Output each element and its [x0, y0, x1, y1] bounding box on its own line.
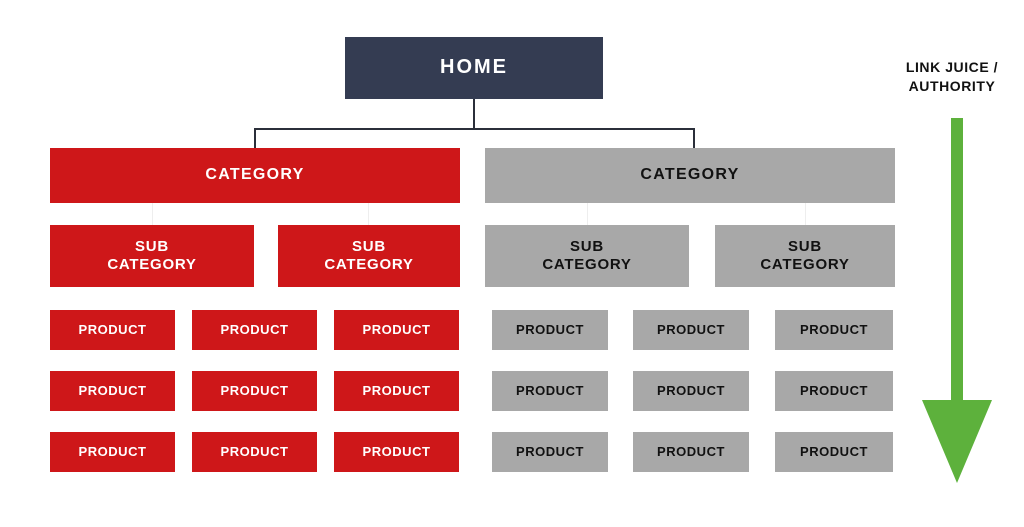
node-product-right-r2c2[interactable]: PRODUCT — [633, 371, 749, 411]
node-product-left-r2c3[interactable]: PRODUCT — [334, 371, 459, 411]
connector-horizontal-bus — [254, 128, 695, 130]
node-subcategory-right-2[interactable]: SUB CATEGORY — [715, 225, 895, 287]
node-category-right-label: CATEGORY — [640, 166, 740, 184]
node-product-label: PRODUCT — [78, 444, 147, 460]
node-subcategory-right-2-line2: CATEGORY — [760, 256, 850, 273]
node-product-label: PRODUCT — [362, 322, 431, 338]
node-product-label: PRODUCT — [516, 444, 584, 460]
connector-drop-right — [693, 128, 695, 149]
node-product-left-r3c1[interactable]: PRODUCT — [50, 432, 175, 472]
node-product-label: PRODUCT — [516, 383, 584, 399]
node-product-left-r2c1[interactable]: PRODUCT — [50, 371, 175, 411]
node-subcategory-left-2-line1: SUB — [352, 238, 386, 256]
node-category-right[interactable]: CATEGORY — [485, 148, 895, 203]
node-subcategory-left-1-line1: SUB — [135, 238, 169, 256]
node-subcategory-right-1-line1: SUB — [570, 238, 604, 256]
node-product-label: PRODUCT — [657, 444, 725, 460]
divider-hairline — [805, 203, 806, 225]
node-product-label: PRODUCT — [657, 383, 725, 399]
node-product-label: PRODUCT — [220, 383, 289, 399]
node-product-label: PRODUCT — [516, 322, 584, 338]
divider-hairline — [587, 203, 588, 225]
node-subcategory-left-1[interactable]: SUB CATEGORY — [50, 225, 254, 287]
node-product-right-r3c1[interactable]: PRODUCT — [492, 432, 608, 472]
link-juice-line2: AUTHORITY — [908, 77, 996, 94]
connector-home-stem — [473, 99, 475, 129]
node-product-label: PRODUCT — [78, 383, 147, 399]
node-product-right-r2c3[interactable]: PRODUCT — [775, 371, 893, 411]
node-product-right-r1c1[interactable]: PRODUCT — [492, 310, 608, 350]
node-product-label: PRODUCT — [362, 444, 431, 460]
node-subcategory-left-1-line2: CATEGORY — [107, 256, 197, 273]
node-product-label: PRODUCT — [800, 322, 868, 338]
connector-drop-left — [254, 128, 256, 149]
node-product-left-r1c1[interactable]: PRODUCT — [50, 310, 175, 350]
node-subcategory-left-2-line2: CATEGORY — [324, 256, 414, 273]
node-product-left-r1c2[interactable]: PRODUCT — [192, 310, 317, 350]
node-product-label: PRODUCT — [78, 322, 147, 338]
node-product-left-r2c2[interactable]: PRODUCT — [192, 371, 317, 411]
node-category-left-label: CATEGORY — [205, 166, 305, 184]
divider-hairline — [152, 203, 153, 225]
site-architecture-diagram: HOME CATEGORY SUB CATEGORY SUB CATEGORY … — [0, 0, 1024, 527]
node-home-label: HOME — [440, 56, 508, 79]
node-product-label: PRODUCT — [362, 383, 431, 399]
node-product-label: PRODUCT — [657, 322, 725, 338]
node-product-right-r1c3[interactable]: PRODUCT — [775, 310, 893, 350]
node-subcategory-right-1-line2: CATEGORY — [542, 256, 632, 273]
node-product-left-r1c3[interactable]: PRODUCT — [334, 310, 459, 350]
link-juice-authority-label: LINK JUICE / AUTHORITY — [884, 58, 1020, 96]
node-category-left[interactable]: CATEGORY — [50, 148, 460, 203]
node-product-right-r3c2[interactable]: PRODUCT — [633, 432, 749, 472]
node-subcategory-left-2[interactable]: SUB CATEGORY — [278, 225, 460, 287]
link-juice-line1: LINK JUICE / — [905, 59, 999, 75]
arrow-down-icon — [916, 118, 998, 483]
node-product-label: PRODUCT — [800, 383, 868, 399]
node-product-left-r3c2[interactable]: PRODUCT — [192, 432, 317, 472]
node-home[interactable]: HOME — [345, 37, 603, 99]
node-subcategory-right-2-line1: SUB — [788, 238, 822, 256]
node-product-label: PRODUCT — [220, 322, 289, 338]
node-product-label: PRODUCT — [800, 444, 868, 460]
node-product-right-r1c2[interactable]: PRODUCT — [633, 310, 749, 350]
node-product-right-r2c1[interactable]: PRODUCT — [492, 371, 608, 411]
node-product-right-r3c3[interactable]: PRODUCT — [775, 432, 893, 472]
node-subcategory-right-1[interactable]: SUB CATEGORY — [485, 225, 689, 287]
node-product-label: PRODUCT — [220, 444, 289, 460]
node-product-left-r3c3[interactable]: PRODUCT — [334, 432, 459, 472]
divider-hairline — [368, 203, 369, 225]
